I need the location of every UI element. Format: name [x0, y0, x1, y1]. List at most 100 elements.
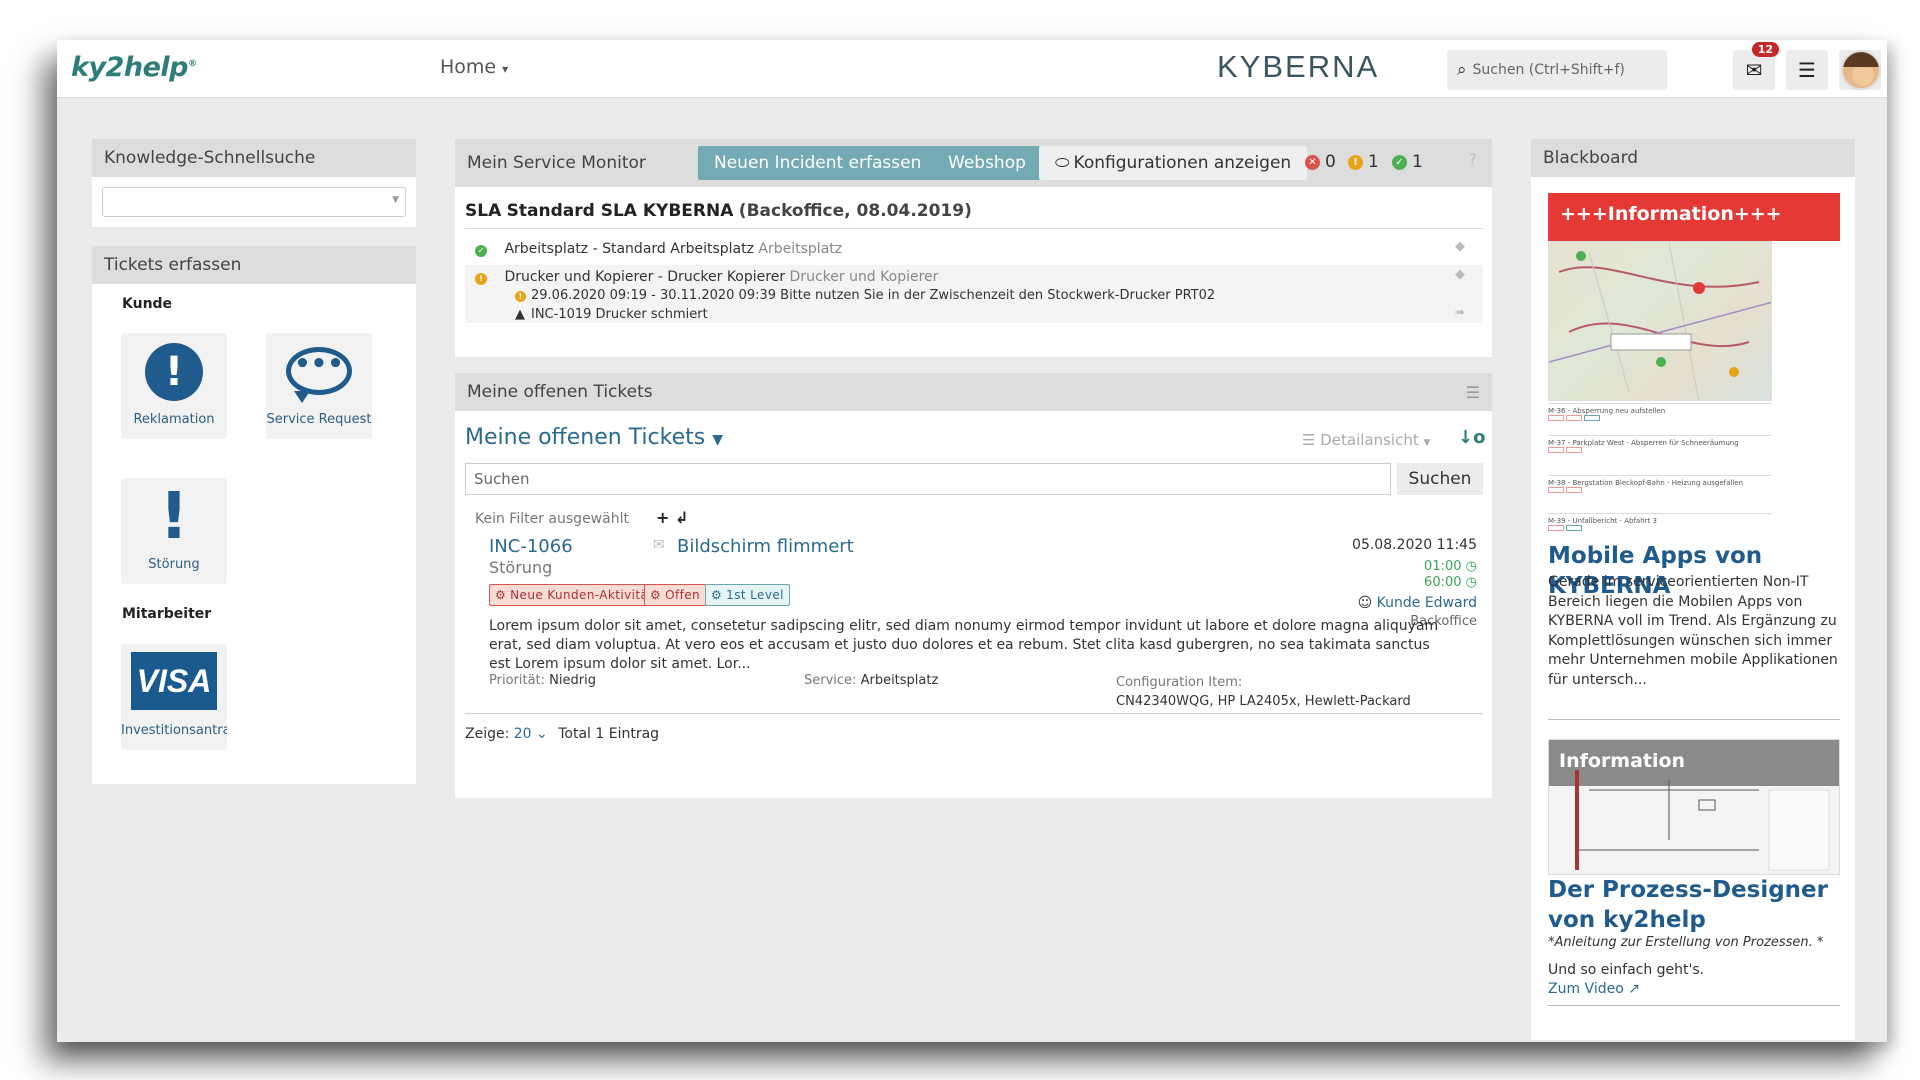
detail-view-dropdown[interactable]: ☰ Detailansicht ▼	[1302, 431, 1430, 449]
article-title-process-designer[interactable]: Der Prozess-Designer von ky2help	[1548, 875, 1840, 935]
arrow-icon[interactable]: ➠	[1455, 305, 1465, 319]
tile-reklamation[interactable]: ! Reklamation	[121, 333, 227, 439]
clock-icon: ◷	[1465, 575, 1477, 590]
open-tickets-panel: Meine offenen Tickets ☰ Meine offenen Ti…	[455, 373, 1492, 798]
news-item[interactable]: M-37 - Parkplatz West - Absperren für Sc…	[1548, 435, 1772, 455]
article-text: Gerade im serviceorientierten Non-IT Ber…	[1548, 574, 1838, 688]
list-view-button[interactable]: ☰	[1786, 50, 1828, 90]
webshop-button[interactable]: Webshop	[932, 146, 1042, 180]
mail-count-badge: 12	[1751, 42, 1779, 57]
mail-button[interactable]: ✉ 12	[1733, 42, 1779, 90]
panel-title: Knowledge-Schnellsuche	[92, 139, 416, 177]
related-incident[interactable]: ▲ INC-1019 Drucker schmiert	[515, 307, 708, 322]
visa-card-icon: VISA	[131, 652, 217, 710]
blackboard-panel: Blackboard +++Information+++ M-36 - Absp…	[1531, 139, 1855, 1040]
information-banner[interactable]: +++Information+++	[1548, 193, 1840, 241]
tile-stoerung[interactable]: ! Störung	[121, 478, 227, 584]
panel-title: Meine offenen Tickets ☰	[455, 373, 1492, 411]
panel-title: Blackboard	[1531, 139, 1855, 177]
ticket-id-link[interactable]: INC-1066	[489, 536, 573, 557]
paperclip-icon: ✉	[653, 537, 665, 553]
ticket-description: Lorem ipsum dolor sit amet, consetetur s…	[489, 618, 1439, 672]
service-monitor-header: Mein Service Monitor Neuen Incident erfa…	[455, 139, 1492, 187]
group-label-kunde: Kunde	[122, 296, 173, 312]
tickets-create-panel: Tickets erfassen Kunde ! Reklamation •••…	[92, 246, 416, 784]
speech-bubble-icon: •••	[286, 347, 352, 395]
panel-title: Tickets erfassen	[92, 246, 416, 284]
top-bar: ky2help® Home ▾ KYBERNA ⌕ Suchen (Ctrl+Sh…	[57, 40, 1887, 98]
chevron-down-icon: ▾	[502, 62, 509, 76]
tile-service-request[interactable]: ••• Service Request	[266, 333, 372, 439]
tag-new-customer-activity[interactable]: ⚙ Neue Kunden-Aktivität	[489, 584, 660, 606]
maintenance-notice: ! 29.06.2020 09:19 - 30.11.2020 09:39 Bit…	[515, 288, 1215, 303]
ticket-service: Service: Arbeitsplatz	[804, 673, 939, 688]
news-item[interactable]: M-36 - Absperrung neu aufstellen	[1548, 403, 1772, 423]
pagination-footer: Zeige: 20 ⌄ Total 1 Eintrag	[465, 726, 660, 742]
gear-icon: ⚙	[495, 588, 507, 602]
sla-service-row[interactable]: ✓ Arbeitsplatz - Standard Arbeitsplatz A…	[465, 237, 1483, 263]
sla-title: SLA Standard SLA KYBERNA (Backoffice, 08…	[465, 201, 972, 221]
ticket-configuration-item: Configuration Item: CN42340WQG, HP LA2405…	[1116, 675, 1411, 709]
pin-icon[interactable]: ◆	[1455, 239, 1465, 254]
caret-down-icon: ▼	[392, 195, 399, 205]
error-icon: ✕	[1305, 154, 1320, 170]
ticket-sla-time: 01:00 ◷	[1424, 559, 1477, 574]
help-icon[interactable]: ?	[1469, 152, 1476, 168]
status-orange-count[interactable]: ! 1	[1348, 152, 1379, 172]
video-link[interactable]: Zum Video ↗	[1548, 981, 1640, 997]
panel-title: Mein Service Monitor	[467, 153, 646, 173]
tag-status-open[interactable]: ⚙ Offen	[644, 584, 707, 606]
article-text: Und so einfach geht's.	[1548, 962, 1705, 978]
menu-list-icon[interactable]: ☰	[1466, 383, 1480, 402]
tickets-search-input[interactable]: Suchen	[465, 463, 1391, 495]
tickets-search-button[interactable]: Suchen	[1397, 463, 1483, 495]
warning-icon: !	[515, 291, 526, 302]
article-subtitle: *Anleitung zur Erstellung von Prozessen.…	[1548, 935, 1824, 950]
gear-icon: ⚙	[711, 588, 723, 602]
pin-icon[interactable]: ◆	[1455, 267, 1465, 282]
status-green-count[interactable]: ✓ 1	[1392, 152, 1423, 172]
tag-level[interactable]: ⚙ 1st Level	[705, 584, 790, 606]
ok-icon: ✓	[475, 245, 487, 257]
kyberna-logo: KYBERNA	[1217, 49, 1380, 84]
list-icon: ☰	[1798, 58, 1816, 82]
news-item[interactable]: M-38 - Bergstation Bleckopf-Bahn - Heizu…	[1548, 475, 1772, 495]
ticket-title-link[interactable]: Bildschirm flimmert	[677, 536, 854, 557]
ticket-priority: Priorität: Niedrig	[489, 673, 596, 688]
tile-investitionsantrag[interactable]: VISA Investitionsantrag	[121, 644, 227, 750]
clock-icon: ◷	[1465, 559, 1477, 574]
ky2help-logo[interactable]: ky2help®	[71, 52, 197, 83]
filter-status: Kein Filter ausgewählt	[475, 511, 629, 527]
gear-icon: ⚙	[650, 588, 662, 602]
ticket-type: Störung	[489, 558, 553, 577]
add-filter-icon[interactable]: + ↲	[656, 508, 688, 527]
app-window: ky2help® Home ▾ KYBERNA ⌕ Suchen (Ctrl+Sh…	[57, 40, 1887, 1042]
user-icon: ☺	[1357, 595, 1373, 611]
list-icon: ☰	[1302, 431, 1316, 449]
exclamation-icon: !	[159, 480, 189, 554]
ticket-contact-link[interactable]: ☺ Kunde Edward	[1341, 595, 1477, 611]
exclamation-circle-icon: !	[145, 343, 203, 401]
status-red-count[interactable]: ✕ 0	[1305, 152, 1336, 172]
news-item[interactable]: M-39 - Unfallbericht - Abfahrt 3	[1548, 513, 1772, 533]
knowledge-search-input[interactable]: ▼	[102, 187, 406, 217]
nav-home-menu[interactable]: Home ▾	[440, 56, 508, 78]
sla-service-row[interactable]: ! Drucker und Kopierer - Drucker Kopiere…	[465, 265, 1483, 323]
global-search-input[interactable]: ⌕ Suchen (Ctrl+Shift+f)	[1447, 50, 1667, 90]
ok-icon: ✓	[1392, 154, 1407, 170]
tickets-view-dropdown[interactable]: Meine offenen Tickets ▼	[465, 425, 723, 450]
warning-icon: !	[1348, 154, 1363, 170]
page-size-dropdown[interactable]: 20 ⌄	[514, 726, 548, 742]
knowledge-search-panel: Knowledge-Schnellsuche ▼	[92, 139, 416, 227]
show-configurations-button[interactable]: ⬭ Konfigurationen anzeigen	[1039, 146, 1308, 180]
service-monitor-panel: Mein Service Monitor Neuen Incident erfa…	[455, 139, 1492, 357]
map-image[interactable]	[1548, 241, 1772, 401]
new-incident-button[interactable]: Neuen Incident erfassen	[698, 146, 938, 180]
external-link-icon: ↗	[1628, 981, 1640, 997]
envelope-icon: ✉	[1745, 58, 1763, 82]
sort-icon[interactable]: ↓ᴏ	[1458, 427, 1485, 448]
group-label-mitarbeiter: Mitarbeiter	[122, 606, 212, 622]
user-avatar[interactable]	[1841, 50, 1881, 90]
caret-down-icon: ▼	[712, 432, 723, 448]
process-designer-image[interactable]: Information	[1548, 739, 1840, 875]
